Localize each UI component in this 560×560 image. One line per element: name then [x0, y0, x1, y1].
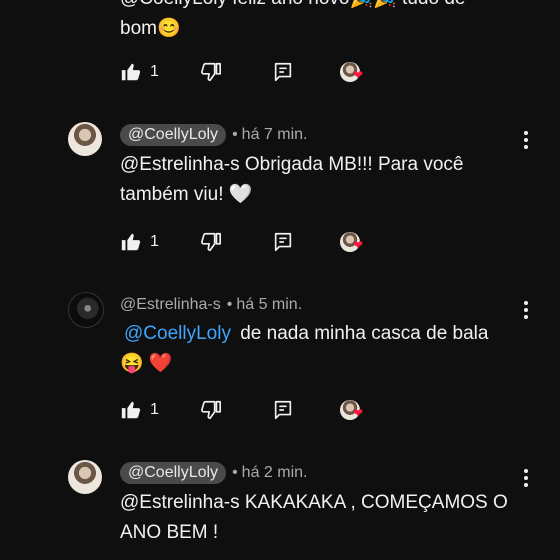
- dislike-button[interactable]: [200, 60, 222, 84]
- thumbs-up-icon: [120, 61, 142, 83]
- creator-heart-icon: ❤: [353, 406, 364, 420]
- comment-header: @CoellyLoly • há 7 min.: [120, 124, 307, 146]
- comment-text: @CoellyLoly de nada minha casca de bala …: [120, 319, 530, 379]
- more-vert-icon[interactable]: [514, 466, 538, 490]
- more-vert-icon[interactable]: [514, 128, 538, 152]
- comment-text-line: @CoellyLoly feliz ano novo🎉🎉 tudo de: [120, 0, 530, 14]
- thumbs-down-icon: [200, 399, 222, 421]
- comment-text-body: de nada minha casca de bala: [240, 323, 489, 344]
- author-handle[interactable]: @CoellyLoly: [120, 462, 227, 484]
- thumbs-down-icon: [200, 61, 222, 83]
- comment-actions: 1 ❤: [120, 60, 380, 84]
- reply-button[interactable]: [272, 230, 294, 254]
- comment-text: @Estrelinha-s KAKAKAKA , COMEÇAMOS O ANO…: [120, 492, 508, 543]
- comment-time: há 7 min.: [241, 126, 308, 143]
- author-handle[interactable]: @Estrelinha-s: [120, 296, 221, 314]
- comment-header: @CoellyLoly • há 2 min.: [120, 462, 307, 484]
- comment-emoji: 😝 ❤️: [120, 353, 173, 374]
- avatar[interactable]: [68, 122, 102, 156]
- reply-button[interactable]: [272, 398, 294, 422]
- comment-time: há 5 min.: [236, 296, 303, 313]
- separator-dot: •: [232, 126, 238, 143]
- separator-dot: •: [226, 296, 233, 313]
- dislike-button[interactable]: [200, 230, 222, 254]
- avatar[interactable]: [68, 460, 102, 494]
- author-handle[interactable]: @CoellyLoly: [120, 124, 227, 146]
- dislike-button[interactable]: [200, 398, 222, 422]
- avatar[interactable]: [68, 292, 104, 328]
- separator-dot: •: [232, 464, 238, 481]
- comment-actions: 1 ❤: [120, 398, 380, 422]
- comment-time: há 2 min.: [241, 464, 308, 481]
- creator-heart-icon: ❤: [353, 238, 364, 252]
- comment-header: @Estrelinha-s • há 5 min.: [120, 296, 302, 314]
- reply-icon: [272, 61, 294, 83]
- comment-actions: 1 ❤: [120, 230, 380, 254]
- mention-link[interactable]: @CoellyLoly: [124, 323, 231, 344]
- like-button[interactable]: 1: [120, 60, 159, 84]
- comment-text-line: bom😊: [120, 18, 181, 39]
- comment-text: @CoellyLoly feliz ano novo🎉🎉 tudo de bom…: [120, 0, 530, 44]
- like-count: 1: [150, 401, 159, 418]
- comment-text: @Estrelinha-s Obrigada MB!!! Para você t…: [120, 154, 464, 205]
- thumbs-up-icon: [120, 399, 142, 421]
- like-count: 1: [150, 233, 159, 250]
- reply-icon: [272, 399, 294, 421]
- reply-icon: [272, 231, 294, 253]
- like-count: 1: [150, 63, 159, 80]
- creator-heart-icon: ❤: [353, 68, 364, 82]
- thumbs-up-icon: [120, 231, 142, 253]
- thumbs-down-icon: [200, 231, 222, 253]
- like-button[interactable]: 1: [120, 398, 159, 422]
- like-button[interactable]: 1: [120, 230, 159, 254]
- reply-button[interactable]: [272, 60, 294, 84]
